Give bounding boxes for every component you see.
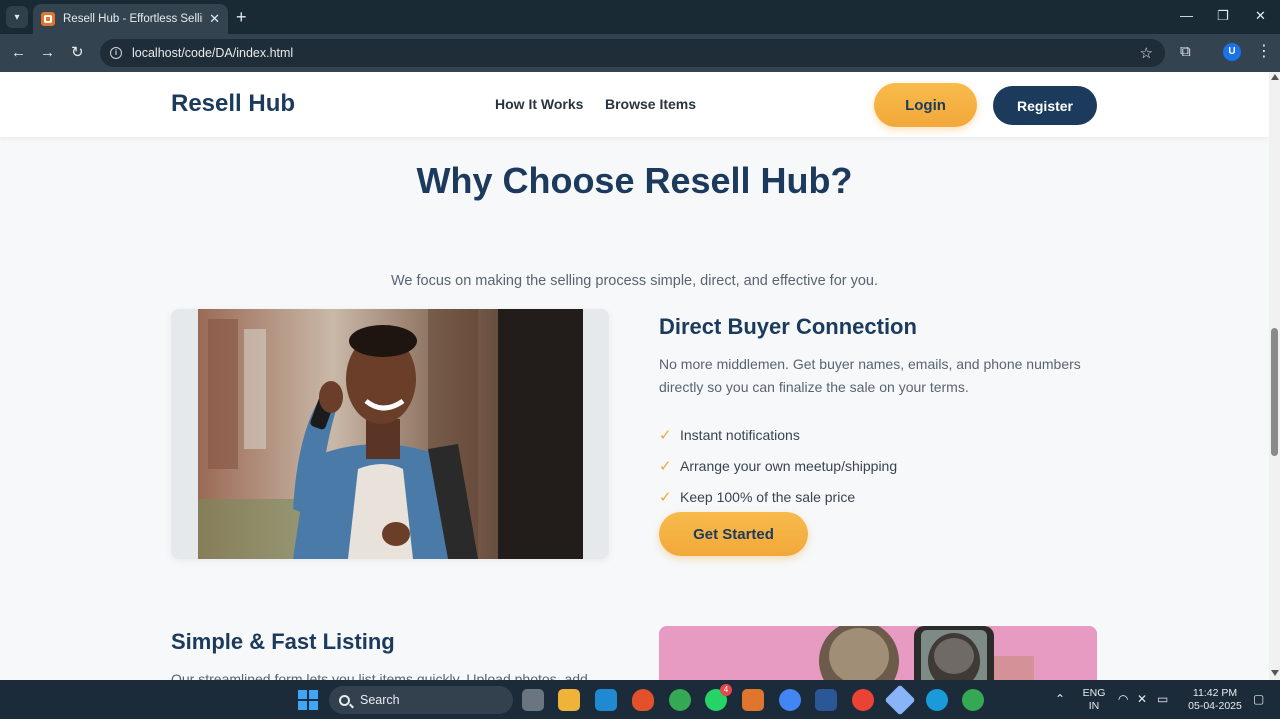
clock-time: 11:42 PM [1192,687,1238,699]
maximize-icon[interactable]: ❐ [1217,8,1229,24]
taskbar-search[interactable]: Search [329,686,513,714]
word-icon[interactable] [815,689,837,711]
list-item: ✓ Instant notifications [659,419,897,450]
file-explorer-icon[interactable] [558,689,580,711]
login-button[interactable]: Login [874,83,977,127]
browser-toolbar: ← → ↻ i localhost/code/DA/index.html ☆ [0,34,1280,72]
checkmark-icon: ✓ [659,457,672,475]
section-subtitle: We focus on making the selling process s… [390,273,879,289]
address-bar[interactable]: i localhost/code/DA/index.html ☆ [100,39,1165,67]
scroll-up-arrow-icon[interactable] [1271,74,1279,80]
scroll-down-arrow-icon[interactable] [1271,670,1279,676]
nav-browse-items[interactable]: Browse Items [605,96,696,112]
region-code: IN [1088,700,1100,712]
feature-description: No more middlemen. Get buyer names, emai… [659,356,1081,395]
feature2-description: Our streamlined form lets you list items… [171,671,588,680]
tab-close-icon[interactable]: ✕ [209,11,220,27]
page-scrollbar[interactable] [1269,72,1280,680]
browser-menu-icon[interactable]: ⋮ [1256,41,1272,61]
get-started-button[interactable]: Get Started [659,512,808,556]
brave-icon[interactable] [632,689,654,711]
man-on-phone-photo [198,309,583,559]
browser-tab-bar: ▾ Resell Hub - Effortless Selling, D ✕ +… [0,0,1280,34]
show-hidden-icons-icon[interactable]: ⌃ [1055,692,1065,706]
checkmark-icon: ✓ [659,488,672,506]
minimize-icon[interactable]: — [1180,8,1193,23]
chrome-profile-icon[interactable] [669,689,691,711]
bullet-text: Instant notifications [680,426,800,443]
phone-bracelets-photo [659,626,1097,680]
notifications-icon[interactable]: ▢ [1253,692,1264,706]
browser-tab-active[interactable]: Resell Hub - Effortless Selling, D ✕ [33,4,228,34]
feature-title: Direct Buyer Connection [659,314,917,339]
windows-taskbar: Search 4 ⌃ ENG IN ◠ ✕ ▭ 11:42 PM 05-04-2… [0,680,1280,719]
wifi-icon[interactable]: ◠ [1118,692,1128,706]
page-viewport: Resell Hub How It Works Browse Items Log… [0,72,1269,680]
clock-date: 05-04-2025 [1188,700,1242,712]
task-view-icon[interactable] [522,689,544,711]
clock[interactable]: 11:42 PM 05-04-2025 [1180,687,1250,713]
tab-search-dropdown-icon[interactable]: ▾ [6,6,28,28]
nav-how-it-works[interactable]: How It Works [495,96,583,112]
site-info-icon[interactable]: i [110,47,122,59]
chrome-profile-k-icon[interactable] [852,689,874,711]
whatsapp-badge: 4 [720,684,732,696]
list-item: ✓ Arrange your own meetup/shipping [659,450,897,481]
search-label: Search [360,693,400,707]
reload-icon[interactable]: ↻ [71,43,84,63]
volume-muted-icon[interactable]: ✕ [1137,692,1147,706]
xampp-icon[interactable] [742,689,764,711]
forward-icon[interactable]: → [40,43,55,63]
register-button[interactable]: Register [993,86,1097,125]
chrome-profile-2-icon[interactable] [962,689,984,711]
list-item: ✓ Keep 100% of the sale price [659,481,897,512]
bookmark-star-icon[interactable]: ☆ [1140,44,1153,62]
url-text: localhost/code/DA/index.html [132,46,294,60]
profile-avatar[interactable]: U [1223,43,1241,61]
bullet-text: Keep 100% of the sale price [680,488,856,505]
windows-start-icon[interactable] [298,690,318,710]
scroll-thumb[interactable] [1271,328,1278,456]
window-close-icon[interactable]: ✕ [1255,8,1266,24]
search-icon [339,694,350,706]
new-tab-icon[interactable]: + [236,7,247,27]
lang-code: ENG [1082,687,1106,699]
feature-bullet-list: ✓ Instant notifications ✓ Arrange your o… [659,419,897,512]
tab-title: Resell Hub - Effortless Selling, D [63,13,203,25]
chrome-active-icon[interactable] [779,689,801,711]
bullet-text: Arrange your own meetup/shipping [680,457,898,474]
battery-icon[interactable]: ▭ [1157,692,1168,706]
git-app-icon[interactable] [884,684,916,716]
listing-photo [659,626,1097,680]
back-icon[interactable]: ← [11,43,26,63]
feature2-title: Simple & Fast Listing [171,629,395,654]
site-logo[interactable]: Resell Hub [171,90,295,118]
edge-icon[interactable] [926,689,948,711]
xampp-favicon-icon [41,12,55,26]
whatsapp-icon[interactable]: 4 [705,684,732,711]
extensions-icon[interactable]: ⧉ [1180,43,1191,60]
feature-image-card [171,309,609,559]
checkmark-icon: ✓ [659,426,672,444]
vscode-icon[interactable] [595,689,617,711]
section-title: Why Choose Resell Hub? [416,160,853,201]
language-indicator[interactable]: ENG IN [1080,687,1108,713]
site-header: Resell Hub How It Works Browse Items Log… [0,72,1269,137]
